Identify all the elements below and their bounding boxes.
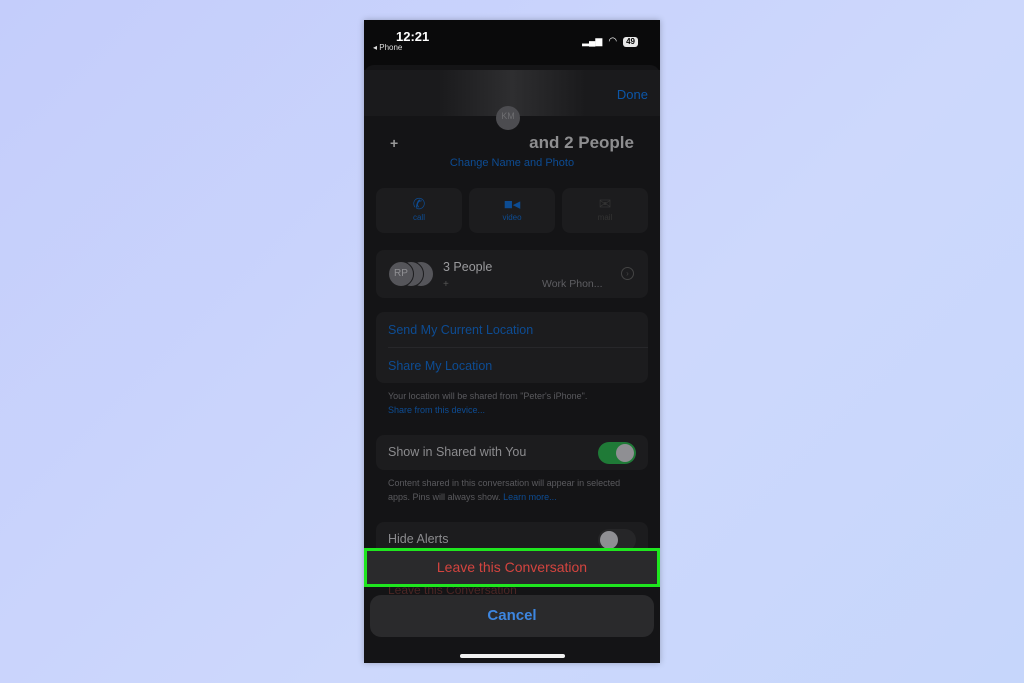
chevron-right-icon[interactable]: › bbox=[621, 267, 634, 280]
change-name-photo-link[interactable]: Change Name and Photo bbox=[364, 157, 660, 169]
call-label: call bbox=[412, 213, 425, 222]
shared-note: Content shared in this conversation will… bbox=[388, 476, 638, 504]
people-row[interactable]: RP 3 People + Work Phon... › bbox=[376, 250, 648, 298]
mail-icon: ✉ bbox=[598, 196, 612, 213]
mail-label: mail bbox=[597, 213, 613, 222]
video-icon: ■◂ bbox=[503, 196, 521, 213]
phone-screen: 12:21 ◂ Phone ▂▄▆ ◠ 49 Done KM + and 2 P… bbox=[364, 20, 660, 663]
home-indicator[interactable] bbox=[460, 654, 565, 658]
back-label: Phone bbox=[379, 43, 403, 52]
leave-conversation-button[interactable]: Leave this Conversation bbox=[364, 548, 660, 587]
send-location-button[interactable]: Send My Current Location bbox=[388, 323, 533, 337]
people-count: 3 People bbox=[443, 260, 493, 274]
location-note-text: Your location will be shared from "Peter… bbox=[388, 391, 588, 401]
shared-with-you-row: Show in Shared with You bbox=[376, 435, 648, 470]
video-label: video bbox=[502, 213, 522, 222]
phone-icon: ✆ bbox=[412, 196, 426, 213]
shared-with-you-toggle[interactable] bbox=[598, 442, 636, 464]
people-detail: Work Phon... bbox=[542, 278, 603, 290]
share-location-button[interactable]: Share My Location bbox=[388, 359, 492, 373]
wifi-icon: ◠ bbox=[608, 36, 618, 47]
title-prefix: + bbox=[390, 135, 399, 151]
battery-icon: 49 bbox=[623, 36, 638, 47]
cancel-button[interactable]: Cancel bbox=[370, 595, 654, 637]
back-to-phone-link[interactable]: ◂ Phone bbox=[373, 43, 402, 52]
conversation-title: and 2 People bbox=[529, 133, 634, 152]
shared-with-you-label: Show in Shared with You bbox=[388, 445, 527, 459]
status-time: 12:21 bbox=[396, 29, 430, 44]
location-note: Your location will be shared from "Peter… bbox=[388, 389, 587, 417]
video-button[interactable]: ■◂ video bbox=[469, 188, 555, 233]
divider bbox=[388, 347, 648, 348]
location-card: Send My Current Location Share My Locati… bbox=[376, 312, 648, 383]
call-button[interactable]: ✆ call bbox=[376, 188, 462, 233]
group-avatar[interactable]: KM bbox=[496, 106, 520, 130]
mail-button[interactable]: ✉ mail bbox=[562, 188, 648, 233]
done-button[interactable]: Done bbox=[617, 87, 648, 102]
learn-more-link[interactable]: Learn more... bbox=[503, 492, 557, 502]
status-icons: ▂▄▆ ◠ 49 bbox=[582, 36, 638, 47]
share-from-device-link[interactable]: Share from this device... bbox=[388, 405, 485, 415]
signal-icon: ▂▄▆ bbox=[582, 36, 603, 46]
member-avatar: RP bbox=[388, 261, 414, 287]
hide-alerts-label: Hide Alerts bbox=[388, 532, 449, 546]
people-sub: + bbox=[443, 279, 449, 290]
